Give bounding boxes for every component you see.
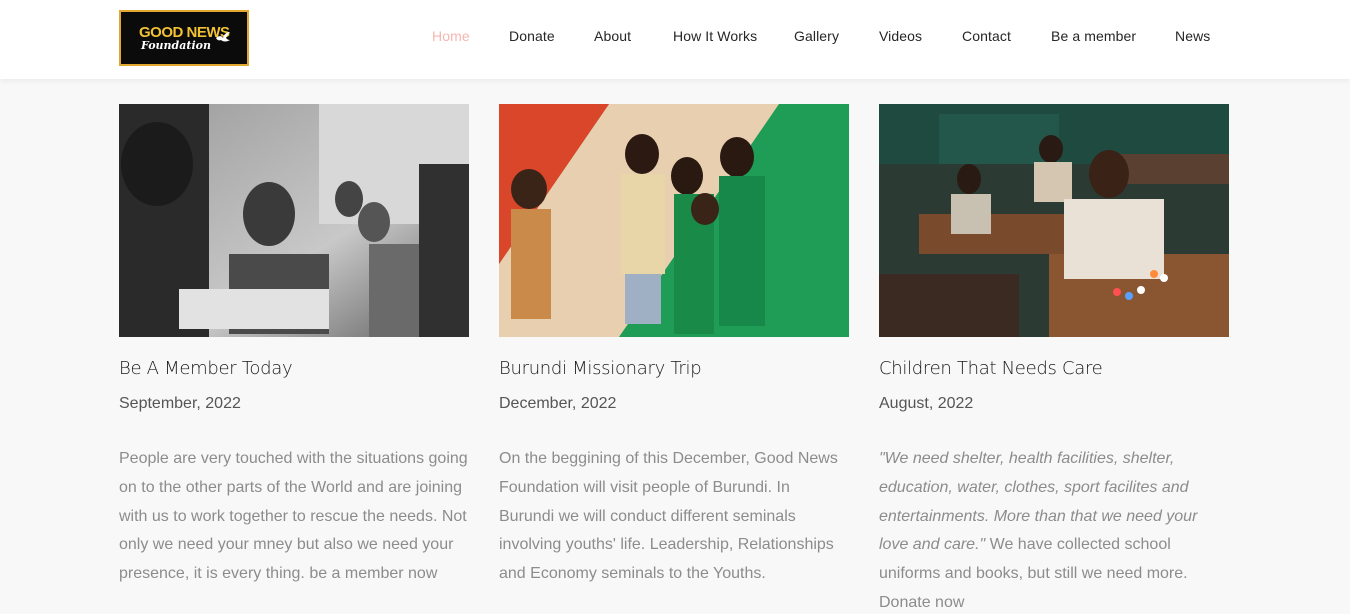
card-title[interactable]: Be A Member Today [119,358,293,379]
card-image-children-group[interactable] [499,104,849,337]
card-body-text: On the beggining of this December, Good … [499,450,838,583]
nav-gallery[interactable]: Gallery [794,28,839,44]
news-card: Children That Needs Care August, 2022 "W… [879,104,1229,611]
nav-contact[interactable]: Contact [962,28,1011,44]
nav-news[interactable]: News [1175,28,1210,44]
nav-home[interactable]: Home [432,28,470,44]
card-date: August, 2022 [879,395,974,412]
children-group-photo [499,104,849,337]
dove-icon [216,32,230,42]
nav-about[interactable]: About [594,28,631,44]
news-card: Be A Member Today September, 2022 People… [119,104,469,582]
card-title[interactable]: Burundi Missionary Trip [499,358,702,379]
nav-videos[interactable]: Videos [879,28,922,44]
card-date: September, 2022 [119,395,241,412]
classroom-desks-photo [879,104,1229,337]
nav-how-it-works[interactable]: How It Works [673,28,757,44]
card-image-classroom-desks[interactable] [879,104,1229,337]
card-body: "We need shelter, health facilities, she… [879,445,1229,614]
card-body: People are very touched with the situati… [119,445,469,589]
card-title[interactable]: Children That Needs Care [879,358,1103,379]
site-header: GOOD NEWS Foundation Home Donate About H… [0,0,1350,79]
card-body-text: People are very touched with the situati… [119,450,468,583]
classroom-photo [119,104,469,337]
foundation-logo[interactable]: GOOD NEWS Foundation [119,10,249,66]
logo-subtitle: Foundation [141,38,211,52]
news-card: Burundi Missionary Trip December, 2022 O… [499,104,849,582]
card-body: On the beggining of this December, Good … [499,445,849,589]
nav-donate[interactable]: Donate [509,28,555,44]
card-image-classroom[interactable] [119,104,469,337]
card-date: December, 2022 [499,395,617,412]
nav-be-a-member[interactable]: Be a member [1051,28,1136,44]
